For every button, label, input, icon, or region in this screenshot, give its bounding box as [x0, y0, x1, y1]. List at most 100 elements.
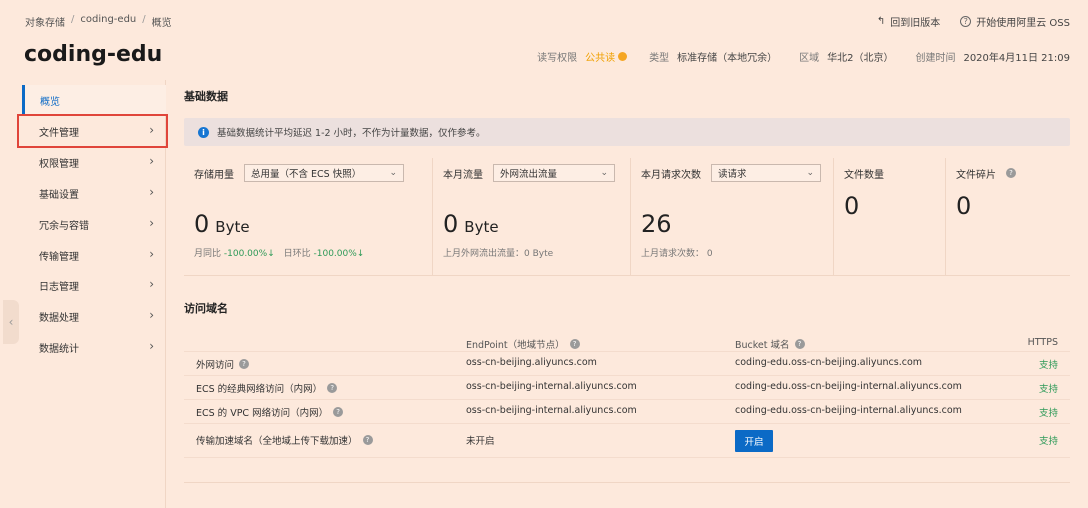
stat-requests: 本月请求次数 读请求 ⌄ 26 上月请求次数： 0 — [631, 158, 834, 275]
table-row: 外网访问 ? oss-cn-beijing.aliyuncs.com codin… — [184, 352, 1070, 376]
row-name-label: 传输加速域名（全地域上传下载加速） — [196, 436, 358, 447]
mom-value: -100.00% — [223, 249, 268, 259]
sidebar-item-transfer[interactable]: 传输管理 › — [22, 240, 166, 270]
row-endpoint[interactable]: oss-cn-beijing-internal.aliyuncs.com — [466, 405, 637, 416]
sidebar-collapse-button[interactable]: ‹ — [3, 300, 19, 344]
stat-traffic-number: 0 — [443, 210, 459, 238]
mom-label: 月同比 — [194, 249, 222, 259]
enable-acceleration-button[interactable]: 开启 — [735, 430, 773, 452]
help-icon: ? — [960, 16, 972, 27]
notice-banner: i 基础数据统计平均延迟 1-2 小时，不作为计量数据，仅作参考。 — [184, 118, 1070, 146]
sidebar-item-label: 传输管理 — [39, 251, 79, 263]
help-icon[interactable]: ? — [569, 339, 580, 349]
help-icon[interactable]: ? — [239, 359, 250, 369]
created-label: 创建时间 — [915, 53, 956, 64]
row-https: 支持 — [1038, 436, 1058, 447]
sidebar-item-permission[interactable]: 权限管理 › — [22, 147, 166, 177]
back-old-version-link[interactable]: ↰ 回到旧版本 — [877, 14, 940, 29]
row-endpoint: 未开启 — [466, 436, 495, 447]
sidebar-item-label: 概览 — [40, 96, 60, 108]
header-endpoint-label: EndPoint（地域节点） — [466, 340, 565, 351]
stat-fragments-label: 文件碎片 — [956, 169, 996, 181]
row-endpoint[interactable]: oss-cn-beijing-internal.aliyuncs.com — [466, 381, 637, 392]
sidebar-item-data-processing[interactable]: 数据处理 › — [22, 301, 166, 331]
table-row: 传输加速域名（全地域上传下载加速） ? 未开启 开启 支持 — [184, 424, 1070, 458]
storage-scope-value: 总用量（不含 ECS 快照） — [251, 169, 362, 180]
help-icon[interactable]: ? — [794, 339, 805, 349]
chevron-down-icon: ⌄ — [806, 168, 814, 178]
bucket-meta: 读写权限 公共读 类型 标准存储（本地冗余） 区域 华北2（北京） 创建时间 2… — [537, 49, 1070, 64]
start-oss-link[interactable]: ? 开始使用阿里云 OSS — [960, 14, 1070, 29]
chevron-right-icon: › — [149, 154, 154, 168]
help-icon[interactable]: ? — [362, 435, 373, 445]
chevron-right-icon: › — [149, 123, 154, 137]
row-bucket-domain[interactable]: coding-edu.oss-cn-beijing-internal.aliyu… — [735, 381, 962, 392]
table-row: ECS 的 VPC 网络访问（内网） ? oss-cn-beijing-inte… — [184, 400, 1070, 424]
chevron-right-icon: › — [149, 339, 154, 353]
stat-requests-sub: 上月请求次数： 0 — [641, 249, 713, 259]
section-divider — [184, 482, 1070, 483]
rw-permission-label: 读写权限 — [537, 53, 578, 64]
help-icon[interactable]: ? — [333, 407, 344, 417]
sidebar-item-basic-settings[interactable]: 基础设置 › — [22, 178, 166, 208]
stat-storage-unit: Byte — [215, 218, 250, 236]
chevron-right-icon: › — [149, 308, 154, 322]
row-bucket-domain[interactable]: coding-edu.oss-cn-beijing.aliyuncs.com — [735, 357, 922, 368]
sidebar-item-data-statistics[interactable]: 数据统计 › — [22, 332, 166, 362]
type-value: 标准存储（本地冗余） — [677, 53, 778, 64]
sidebar-item-logs[interactable]: 日志管理 › — [22, 270, 166, 300]
chevron-right-icon: › — [149, 277, 154, 291]
info-icon: i — [198, 126, 209, 138]
row-bucket-domain[interactable]: coding-edu.oss-cn-beijing-internal.aliyu… — [735, 405, 962, 416]
breadcrumb-separator: / — [71, 14, 75, 25]
stat-traffic-unit: Byte — [464, 218, 499, 236]
row-name-label: ECS 的经典网络访问（内网） — [196, 384, 323, 395]
stat-storage-compare: 月同比 -100.00%↓ 日环比 -100.00%↓ — [194, 246, 364, 259]
stat-traffic-value: 0 Byte — [443, 210, 499, 238]
sidebar-item-file-management[interactable]: 文件管理 › — [17, 114, 168, 148]
help-icon[interactable]: ? — [327, 383, 338, 393]
domains-table: EndPoint（地域节点） ? Bucket 域名 ? HTTPS 外网访问 … — [184, 332, 1070, 458]
storage-scope-select[interactable]: 总用量（不含 ECS 快照） ⌄ — [244, 164, 404, 182]
top-actions: ↰ 回到旧版本 ? 开始使用阿里云 OSS — [877, 14, 1070, 29]
rw-permission-value: 公共读 — [585, 53, 616, 64]
breadcrumb-bucket[interactable]: coding-edu — [80, 14, 136, 29]
back-arrow-icon: ↰ — [876, 16, 886, 27]
header-bucket-domain: Bucket 域名 ? — [735, 337, 805, 351]
sidebar-item-redundancy[interactable]: 冗余与容错 › — [22, 209, 166, 239]
request-type-select[interactable]: 读请求 ⌄ — [711, 164, 821, 182]
header-bucket-domain-label: Bucket 域名 — [735, 340, 790, 351]
table-header: EndPoint（地域节点） ? Bucket 域名 ? HTTPS — [184, 332, 1070, 352]
help-icon[interactable]: ? — [1006, 168, 1016, 178]
warning-dot-icon — [618, 52, 628, 61]
row-name: 传输加速域名（全地域上传下载加速） ? — [196, 433, 373, 447]
stat-files: 文件数量 0 — [834, 158, 946, 275]
header-https: HTTPS — [1027, 337, 1058, 348]
yoy-value: -100.00% — [313, 249, 357, 259]
row-name-label: ECS 的 VPC 网络访问（内网） — [196, 408, 329, 419]
traffic-type-value: 外网流出流量 — [500, 169, 558, 180]
chevron-right-icon: › — [149, 216, 154, 230]
chevron-right-icon: › — [149, 247, 154, 261]
stat-requests-value: 26 — [641, 210, 672, 238]
sidebar-item-label: 基础设置 — [39, 189, 79, 201]
row-endpoint[interactable]: oss-cn-beijing.aliyuncs.com — [466, 357, 597, 368]
sidebar-item-label: 日志管理 — [39, 281, 79, 293]
region-value: 华北2（北京） — [827, 53, 894, 64]
traffic-type-select[interactable]: 外网流出流量 ⌄ — [493, 164, 615, 182]
breadcrumb-oss[interactable]: 对象存储 — [25, 14, 65, 29]
stat-fragments-value: 0 — [956, 192, 972, 220]
stat-files-value: 0 — [844, 192, 860, 220]
type-label: 类型 — [649, 53, 670, 64]
row-https: 支持 — [1038, 360, 1058, 371]
chevron-down-icon: ⌄ — [600, 168, 608, 178]
sidebar-item-overview[interactable]: 概览 — [22, 85, 166, 115]
yoy-label: 日环比 — [283, 249, 311, 259]
rw-permission-badge[interactable]: 公共读 — [585, 49, 628, 64]
arrow-down-icon: ↓ — [267, 249, 275, 259]
row-name: 外网访问 ? — [196, 357, 250, 371]
domains-title: 访问域名 — [184, 302, 228, 315]
breadcrumb-separator: / — [142, 14, 146, 25]
row-https: 支持 — [1038, 384, 1058, 395]
stat-storage-label: 存储用量 — [194, 169, 234, 181]
